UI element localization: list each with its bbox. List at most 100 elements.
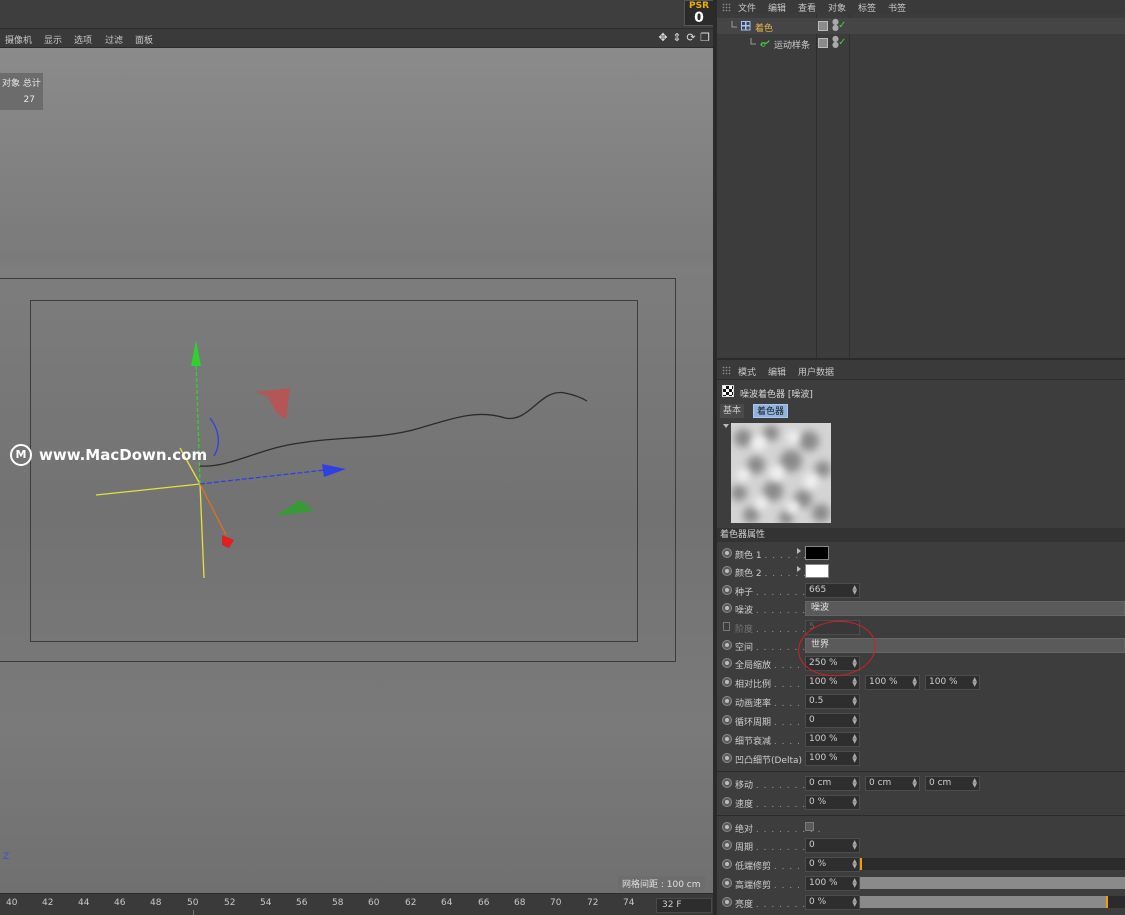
low-clip-slider[interactable]: [860, 858, 1125, 870]
enabled-check-icon[interactable]: ✓: [838, 37, 846, 48]
loop-period-field[interactable]: 0 ▲ ▼: [805, 713, 860, 728]
high-clip-field[interactable]: 100 % ▲ ▼: [805, 876, 860, 891]
speed-field[interactable]: 0 % ▲ ▼: [805, 795, 860, 810]
expand-arrow-icon[interactable]: [797, 548, 801, 554]
animate-radio-icon[interactable]: [722, 548, 732, 558]
tab-shader[interactable]: 着色器: [753, 404, 789, 418]
timeline-tick: 72: [587, 898, 599, 908]
timeline-tick: 60: [368, 898, 380, 908]
animate-radio-icon[interactable]: [722, 658, 732, 668]
brightness-slider[interactable]: [860, 896, 1125, 908]
grip-icon[interactable]: [722, 3, 731, 12]
animate-radio-icon[interactable]: [722, 696, 732, 706]
y-axis-arrow[interactable]: [191, 340, 201, 366]
object-name[interactable]: 运动样条: [774, 38, 810, 51]
animate-radio-icon[interactable]: [722, 822, 732, 832]
param-detail-attenuation: 细节衰减 . . . . . . 100 % ▲ ▼: [717, 730, 1125, 748]
spinner-icon: ▲ ▼: [852, 584, 857, 596]
brightness-field[interactable]: 0 % ▲ ▼: [805, 895, 860, 910]
om-menu-objects[interactable]: 对象: [828, 1, 846, 14]
zoom-icon[interactable]: ⇕: [671, 31, 683, 45]
om-menu-edit[interactable]: 编辑: [768, 1, 786, 14]
seed-field[interactable]: 665 ▲ ▼: [805, 583, 860, 598]
absolute-checkbox[interactable]: [805, 822, 814, 831]
period-field[interactable]: 0 ▲ ▼: [805, 838, 860, 853]
animate-radio-icon[interactable]: [722, 797, 732, 807]
color2-swatch[interactable]: [805, 564, 829, 578]
animate-radio-icon[interactable]: [722, 734, 732, 744]
animate-radio-icon[interactable]: [722, 778, 732, 788]
move-x-field[interactable]: 0 cm ▲ ▼: [805, 776, 860, 791]
z-axis-arrow[interactable]: [222, 535, 234, 548]
tab-basic[interactable]: 基本: [720, 404, 745, 418]
bump-detail-field[interactable]: 100 % ▲ ▼: [805, 751, 860, 766]
color1-swatch[interactable]: [805, 546, 829, 560]
plane-handle-red[interactable]: [256, 388, 290, 420]
animate-radio-icon[interactable]: [722, 897, 732, 907]
menu-panel[interactable]: 面板: [135, 33, 153, 46]
am-menu-userdata[interactable]: 用户数据: [798, 365, 834, 378]
anim-speed-field[interactable]: 0.5 ▲ ▼: [805, 694, 860, 709]
perspective-viewport[interactable]: 对象 总计 27 M www.MacDown.com Z 网格间距 : 100 …: [0, 48, 713, 893]
expand-arrow-icon[interactable]: [797, 566, 801, 572]
enabled-check-icon[interactable]: ✓: [838, 20, 846, 31]
animate-radio-icon[interactable]: [722, 753, 732, 763]
frame-field[interactable]: 32 F: [656, 898, 712, 913]
object-row-mospline[interactable]: 运动样条 ● ● ✓: [717, 35, 1125, 51]
section-shader-properties[interactable]: 着色器属性: [717, 528, 1125, 542]
timeline-tick: 74: [623, 898, 635, 908]
animate-radio-icon[interactable]: [722, 878, 732, 888]
rotate-icon[interactable]: ⟳: [685, 31, 697, 45]
om-menu-tags[interactable]: 标签: [858, 1, 876, 14]
noise-type-dropdown[interactable]: 噪波: [805, 601, 1125, 616]
animate-radio-icon[interactable]: [722, 585, 732, 595]
animate-radio-icon[interactable]: [722, 715, 732, 725]
object-row-cloner[interactable]: 着色 ● ● ✓: [717, 18, 1125, 34]
timeline-ruler[interactable]: 40 42 44 46 48 50 52 54 56 58 60 62 64 6…: [0, 893, 716, 915]
timeline-tick: 70: [550, 898, 562, 908]
viewport-menu-bar: 摄像机 显示 选项 过滤 面板 ✥ ⇕ ⟳ ❐: [0, 29, 716, 48]
relative-scale-x-field[interactable]: 100 % ▲ ▼: [805, 675, 860, 690]
menu-camera[interactable]: 摄像机: [5, 33, 32, 46]
object-name[interactable]: 着色: [755, 21, 773, 34]
plane-handle-green[interactable]: [276, 500, 314, 516]
relative-scale-z-field[interactable]: 100 % ▲ ▼: [925, 675, 980, 690]
animate-radio-icon[interactable]: [722, 603, 732, 613]
high-clip-slider[interactable]: [860, 877, 1125, 889]
animate-radio-icon[interactable]: [722, 640, 732, 650]
layer-swatch-icon[interactable]: [818, 38, 828, 48]
am-menu-edit[interactable]: 编辑: [768, 365, 786, 378]
collapse-triangle-icon[interactable]: [723, 424, 729, 428]
animate-radio-icon[interactable]: [722, 677, 732, 687]
timeline-tick: 50: [187, 898, 199, 908]
motion-spline[interactable]: [199, 391, 588, 467]
move-icon[interactable]: ✥: [657, 31, 669, 45]
timeline-tick: 68: [514, 898, 526, 908]
animate-radio-icon[interactable]: [722, 566, 732, 576]
timeline-tick: 58: [332, 898, 344, 908]
menu-display[interactable]: 显示: [44, 33, 62, 46]
om-menu-view[interactable]: 查看: [798, 1, 816, 14]
low-clip-field[interactable]: 0 % ▲ ▼: [805, 857, 860, 872]
timeline-tick: 64: [441, 898, 453, 908]
x-axis-arrow[interactable]: [322, 464, 346, 477]
am-menu-mode[interactable]: 模式: [738, 365, 756, 378]
move-y-field[interactable]: 0 cm ▲ ▼: [865, 776, 920, 791]
tree-branch-icon: [750, 38, 756, 45]
menu-filter[interactable]: 过滤: [105, 33, 123, 46]
grip-icon[interactable]: [722, 366, 731, 375]
object-manager: 文件 编辑 查看 对象 标签 书签 着色 ● ● ✓ 运动样条 ● ● ✓: [717, 0, 1125, 358]
relative-scale-y-field[interactable]: 100 % ▲ ▼: [865, 675, 920, 690]
detail-attenuation-field[interactable]: 100 % ▲ ▼: [805, 732, 860, 747]
z-axis-handle[interactable]: [199, 483, 227, 536]
om-menu-file[interactable]: 文件: [738, 1, 756, 14]
layer-swatch-icon[interactable]: [818, 21, 828, 31]
animate-radio-icon[interactable]: [722, 859, 732, 869]
menu-options[interactable]: 选项: [74, 33, 92, 46]
spinner-icon: ▲ ▼: [852, 839, 857, 851]
animate-radio-icon[interactable]: [722, 840, 732, 850]
move-z-field[interactable]: 0 cm ▲ ▼: [925, 776, 980, 791]
maximize-icon[interactable]: ❐: [699, 31, 711, 45]
om-menu-bookmarks[interactable]: 书签: [888, 1, 906, 14]
x-axis-handle[interactable]: [199, 469, 326, 485]
